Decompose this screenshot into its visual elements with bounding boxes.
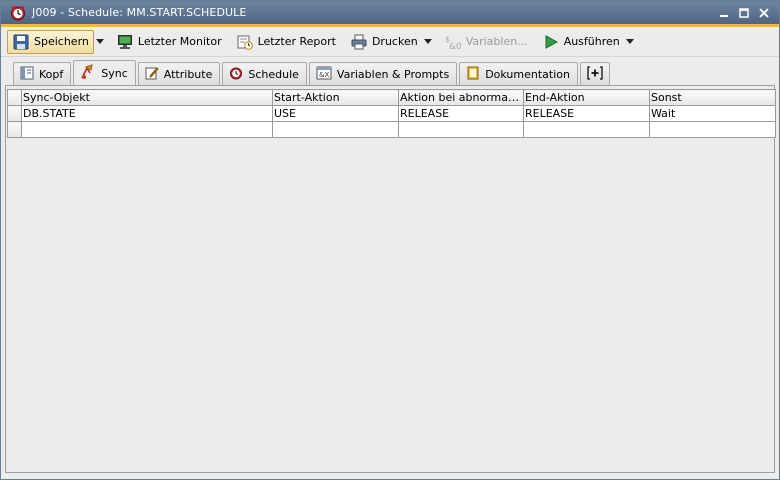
row-header[interactable] xyxy=(7,105,22,122)
monitor-icon xyxy=(116,33,134,51)
print-dropdown-button[interactable] xyxy=(422,30,434,54)
variables-label: Variablen... xyxy=(465,35,528,48)
tab-label: Variablen & Prompts xyxy=(336,67,450,81)
column-header-else[interactable]: Sonst xyxy=(649,89,776,106)
table-cell[interactable]: RELEASE xyxy=(523,105,650,122)
tab-bar: Kopf Sync Attribute Schedule &X Variable… xyxy=(1,58,779,86)
tab-label: Attribute xyxy=(163,67,213,81)
tab-label: Schedule xyxy=(248,67,299,81)
table-cell[interactable] xyxy=(523,121,650,138)
play-icon xyxy=(542,33,560,51)
save-button[interactable]: Speichern xyxy=(7,29,94,54)
column-header-abnormal-action[interactable]: Aktion bei abnormalen ... xyxy=(398,89,524,106)
chevron-down-icon xyxy=(95,39,104,44)
tab-label: Sync xyxy=(101,67,128,80)
close-icon xyxy=(759,7,769,18)
schedule-clock-icon xyxy=(10,5,26,21)
title-bar[interactable]: J009 - Schedule: MM.START.SCHEDULE xyxy=(1,1,779,24)
print-button[interactable]: Drucken xyxy=(346,30,422,54)
report-clock-icon xyxy=(236,33,254,51)
tab-variables-prompts[interactable]: &X Variablen & Prompts xyxy=(308,62,458,85)
table-cell[interactable]: RELEASE xyxy=(398,105,524,122)
save-label: Speichern xyxy=(34,35,89,48)
tab-schedule[interactable]: Schedule xyxy=(222,62,307,85)
row-header-corner xyxy=(7,89,22,106)
chevron-down-icon xyxy=(625,39,634,44)
last-monitor-label: Letzter Monitor xyxy=(137,35,222,48)
table-row[interactable] xyxy=(7,121,776,138)
save-dropdown-button[interactable] xyxy=(94,30,106,54)
execute-dropdown-button[interactable] xyxy=(624,30,636,54)
minimize-button[interactable] xyxy=(717,6,731,20)
table-cell[interactable]: USE xyxy=(272,105,399,122)
documentation-icon xyxy=(466,66,480,83)
column-header-start-action[interactable]: Start-Aktion xyxy=(272,89,399,106)
execute-button[interactable]: Ausführen xyxy=(538,30,624,54)
svg-text:&X: &X xyxy=(319,71,329,79)
svg-text:&0: &0 xyxy=(449,42,461,50)
toolbar: Speichern Letzter Monitor Letzter Report… xyxy=(1,27,779,57)
window-title: J009 - Schedule: MM.START.SCHEDULE xyxy=(32,6,247,19)
table-cell[interactable] xyxy=(272,121,399,138)
chevron-down-icon xyxy=(423,39,432,44)
last-report-label: Letzter Report xyxy=(257,35,336,48)
column-header-end-action[interactable]: End-Aktion xyxy=(523,89,650,106)
variables-icon: $ &0 xyxy=(444,33,462,51)
sync-panel: Sync-Objekt Start-Aktion Aktion bei abno… xyxy=(5,85,776,473)
tab-dokumentation[interactable]: Dokumentation xyxy=(459,62,578,85)
table-header-row: Sync-Objekt Start-Aktion Aktion bei abno… xyxy=(7,89,776,106)
sync-table: Sync-Objekt Start-Aktion Aktion bei abno… xyxy=(7,89,776,138)
header-icon xyxy=(20,66,34,83)
last-monitor-button[interactable]: Letzter Monitor xyxy=(112,30,226,54)
tab-add[interactable] xyxy=(580,62,610,85)
table-row[interactable]: DB.STATE USE RELEASE RELEASE Wait xyxy=(7,105,776,122)
add-tab-icon xyxy=(587,65,603,83)
table-cell[interactable] xyxy=(649,121,776,138)
sync-icon xyxy=(80,64,96,83)
tab-label: Kopf xyxy=(39,67,64,81)
floppy-disk-icon xyxy=(12,33,30,51)
maximize-button[interactable] xyxy=(737,6,751,20)
main-window: J009 - Schedule: MM.START.SCHEDULE Speic… xyxy=(0,0,780,480)
minimize-icon xyxy=(720,14,728,17)
variables-button[interactable]: $ &0 Variablen... xyxy=(440,30,532,54)
maximize-icon xyxy=(739,7,749,18)
column-header-sync-object[interactable]: Sync-Objekt xyxy=(21,89,273,106)
table-cell[interactable] xyxy=(398,121,524,138)
execute-label: Ausführen xyxy=(563,35,620,48)
table-cell[interactable]: Wait xyxy=(649,105,776,122)
schedule-icon xyxy=(229,66,243,83)
print-label: Drucken xyxy=(371,35,418,48)
tab-label: Dokumentation xyxy=(485,67,570,81)
table-cell[interactable]: DB.STATE xyxy=(21,105,273,122)
attribute-icon xyxy=(145,66,159,83)
close-button[interactable] xyxy=(757,6,771,20)
last-report-button[interactable]: Letzter Report xyxy=(232,30,340,54)
window-bottom-edge xyxy=(1,474,779,479)
row-header[interactable] xyxy=(7,121,22,138)
table-cell[interactable] xyxy=(21,121,273,138)
variables-icon: &X xyxy=(316,66,332,83)
tab-attribute[interactable]: Attribute xyxy=(137,62,221,85)
printer-icon xyxy=(350,33,368,51)
tab-sync[interactable]: Sync xyxy=(73,60,136,86)
tab-kopf[interactable]: Kopf xyxy=(13,62,72,85)
